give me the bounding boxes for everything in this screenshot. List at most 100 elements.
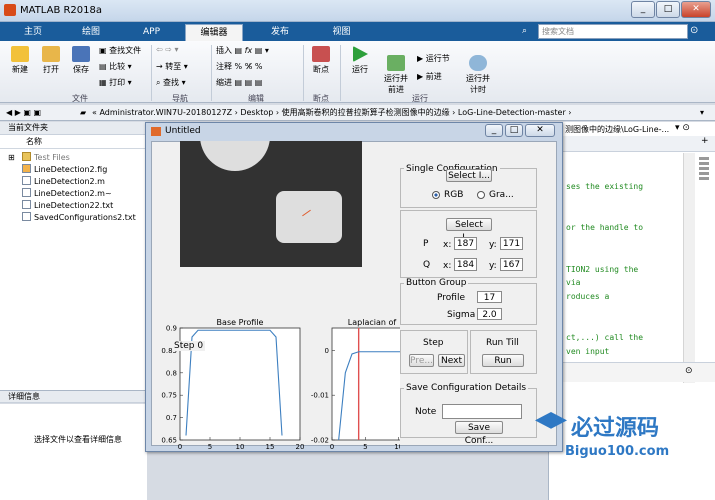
current-folder-title: 当前文件夹 [0, 122, 147, 135]
group-label-edit: 编辑 [248, 94, 264, 103]
fig-file-icon [22, 164, 31, 173]
tab-view[interactable]: 视图 [314, 24, 369, 41]
editor-tabs[interactable] [548, 136, 715, 152]
editor-scrollbar[interactable] [683, 153, 695, 383]
breakpoints-button[interactable]: 断点 [307, 46, 335, 75]
figure-icon [151, 127, 161, 136]
code-line: roduces a [566, 292, 610, 301]
p-y-field[interactable]: 171 [500, 237, 523, 250]
run-till-title: Run Till [486, 338, 519, 348]
insert-button[interactable]: 插入 ▤ fx ▤ ▾ [216, 45, 269, 56]
list-item[interactable]: Test Files [22, 152, 70, 164]
expand-icon[interactable]: ⊞ [8, 153, 15, 162]
find-files-button[interactable]: ▣ 查找文件 [99, 45, 141, 56]
tab-apps[interactable]: APP [124, 24, 179, 41]
print-button[interactable]: ▦ 打印 ▾ [99, 77, 132, 88]
figure-minimize-button[interactable]: _ [485, 124, 503, 137]
code-line: or the handle to [566, 223, 644, 232]
list-item[interactable]: LineDetection2.m [22, 176, 105, 188]
list-item[interactable]: LineDetection2.m~ [22, 188, 112, 200]
list-item[interactable]: LineDetection22.txt [22, 200, 113, 212]
run-button-figure[interactable]: Run [482, 354, 524, 367]
tab-plots[interactable]: 绘图 [66, 24, 116, 41]
run-button[interactable]: 运行 [346, 46, 374, 75]
laplacian-chart[interactable]: Laplacian of 0 5 10 -0.02 -0.01 0 [310, 312, 400, 452]
tab-editor[interactable]: 编辑器 [185, 24, 243, 41]
run-section-button[interactable]: ▶ 运行节 [417, 53, 450, 64]
p-y-label: y: [489, 240, 497, 250]
indent-button[interactable]: 缩进 ▤ ▤ ▤ [216, 77, 262, 88]
save-button[interactable]: 保存 [67, 46, 95, 75]
tab-publish[interactable]: 发布 [251, 24, 309, 41]
base-profile-chart[interactable]: Base Profile0 5 10 15 200.650.70.750.80.850.… [152, 312, 312, 452]
search-icon: ⌕ [522, 26, 528, 36]
step-title: Step [423, 338, 444, 348]
sigma-label: Sigma [447, 310, 476, 320]
prev-button[interactable]: Pre... [409, 354, 434, 367]
folder-icon [22, 152, 31, 161]
details-panel: 选择文件以查看详细信息 [0, 404, 147, 500]
m-file-icon [22, 176, 31, 185]
x-tick-label: 15 [266, 443, 275, 451]
editor-controls[interactable]: ▾ ⊙ [675, 123, 690, 133]
breakpoint-icon [312, 46, 330, 62]
graduation-cap-icon [535, 412, 567, 429]
run-advance-icon [387, 55, 405, 71]
figure-title: Untitled [165, 126, 201, 136]
new-button[interactable]: 新建 [6, 46, 34, 75]
x-tick-label: 20 [296, 443, 305, 451]
select-image-button[interactable]: Select I... [446, 169, 492, 182]
gray-radio[interactable] [477, 191, 485, 199]
plot-area [331, 327, 400, 441]
column-name[interactable]: 名称 [26, 136, 42, 148]
y-tick-label: 0.75 [161, 392, 177, 400]
note-field[interactable] [442, 404, 522, 419]
code-line: ses the existing [566, 182, 644, 191]
search-input[interactable]: 搜索文档 [538, 24, 688, 39]
path-breadcrumb[interactable]: « Administrator.WIN7U-20180127Z › Deskto… [92, 105, 571, 120]
run-time-button[interactable]: 运行并 计时 [462, 46, 494, 95]
q-x-field[interactable]: 184 [454, 258, 477, 271]
chart-title: Laplacian of [348, 318, 397, 327]
profile-field[interactable]: 17 [477, 291, 502, 303]
goto-button[interactable]: → 转至 ▾ [156, 61, 188, 72]
rgb-radio[interactable] [432, 191, 440, 199]
p-label: P [423, 239, 429, 249]
select-line-button[interactable]: Select L... [446, 218, 492, 243]
minimize-button[interactable]: _ [631, 1, 655, 18]
q-label: Q [423, 260, 431, 270]
y-tick-label: 0 [325, 347, 329, 355]
maximize-button[interactable]: □ [656, 1, 680, 18]
editor-breadcrumb: 测图像中的边缘\LoG-Line-... [565, 125, 670, 134]
list-item[interactable]: LineDetection2.fig [22, 164, 107, 176]
open-button[interactable]: 打开 [37, 46, 65, 75]
close-button[interactable]: ✕ [681, 1, 711, 18]
next-button[interactable]: Next [438, 354, 465, 367]
list-item[interactable]: SavedConfigurations2.txt [22, 212, 136, 224]
tab-home[interactable]: 主页 [8, 24, 58, 41]
p-x-field[interactable]: 187 [454, 237, 477, 250]
x-tick-label: 0 [330, 443, 334, 451]
separator [340, 45, 341, 101]
save-config-button[interactable]: Save Conf... [455, 421, 503, 446]
nav-back-forward[interactable]: ⇦ ⇨ ▾ [156, 45, 179, 54]
compare-button[interactable]: ▤ 比较 ▾ [99, 61, 132, 72]
chevron-down-icon[interactable]: ⊙ [685, 366, 693, 376]
image-axes[interactable] [180, 141, 362, 267]
comment-button[interactable]: 注释 % %̸ % [216, 61, 262, 72]
details-hint: 选择文件以查看详细信息 [34, 435, 122, 444]
group-label-nav: 导航 [172, 94, 188, 103]
q-y-field[interactable]: 167 [500, 258, 523, 271]
find-button[interactable]: ⌕ 查找 ▾ [156, 77, 186, 88]
nav-arrows-icon[interactable]: ◀ ▶ ▣ ▣ [6, 105, 41, 120]
figure-maximize-button[interactable]: □ [505, 124, 523, 137]
advance-button[interactable]: ▶ 前进 [417, 71, 442, 82]
collapse-icon[interactable]: ⊙ [690, 25, 698, 36]
add-tab-icon[interactable]: + [701, 136, 709, 146]
figure-close-button[interactable]: ✕ [525, 124, 555, 137]
chevron-down-icon[interactable]: ▾ [700, 105, 704, 120]
details-title: 详细信息 [0, 390, 147, 403]
sigma-field[interactable]: 2.0 [477, 308, 502, 320]
step-counter-text: Step 0 [172, 341, 206, 351]
run-advance-button[interactable]: 运行并 前进 [380, 46, 412, 95]
